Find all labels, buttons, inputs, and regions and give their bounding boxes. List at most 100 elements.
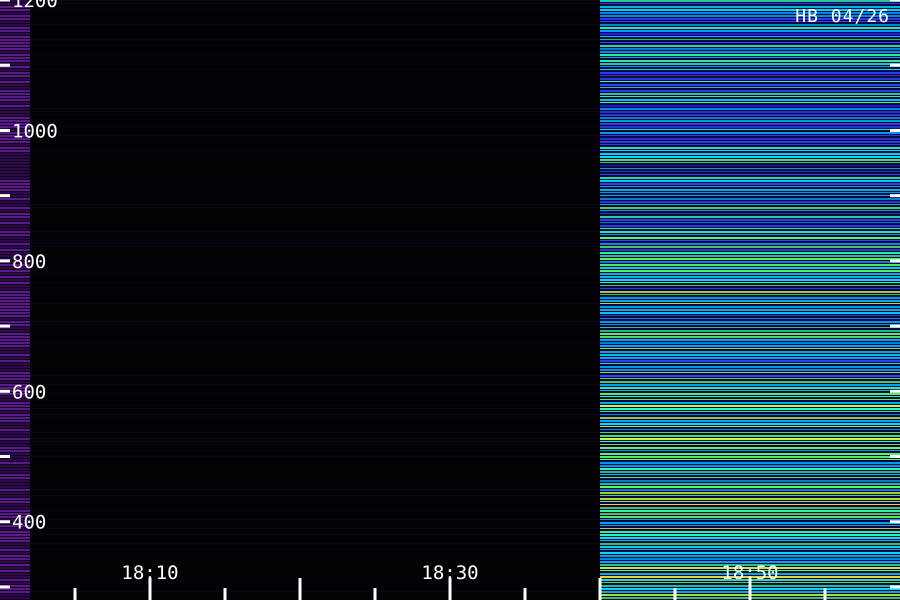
purple-line xyxy=(0,426,30,428)
purple-line xyxy=(0,354,30,356)
band-line xyxy=(600,291,900,293)
purple-line xyxy=(0,96,30,98)
purple-line xyxy=(0,39,30,41)
band-line xyxy=(600,69,900,70)
band-line xyxy=(600,99,900,101)
purple-line xyxy=(0,378,30,380)
purple-line xyxy=(0,597,30,599)
faint-line xyxy=(30,438,600,439)
band-line xyxy=(600,93,900,95)
faint-line xyxy=(30,207,600,208)
band-line xyxy=(600,384,900,386)
band-line xyxy=(600,531,900,533)
purple-line xyxy=(0,33,30,35)
faint-line xyxy=(30,432,600,433)
purple-line xyxy=(0,321,30,323)
y-tick xyxy=(0,455,10,459)
band-line xyxy=(600,144,900,145)
band-line xyxy=(600,444,900,445)
purple-line xyxy=(0,102,30,104)
band-line xyxy=(600,333,900,335)
band-line xyxy=(600,507,900,509)
band-line xyxy=(600,318,900,319)
purple-line xyxy=(0,207,30,209)
band-line xyxy=(600,171,900,172)
band-line xyxy=(600,111,900,113)
purple-line xyxy=(0,318,30,320)
band-line xyxy=(600,303,900,304)
band-line xyxy=(600,51,900,53)
faint-line xyxy=(30,204,600,205)
purple-line xyxy=(0,549,30,551)
purple-line xyxy=(0,294,30,296)
purple-line xyxy=(0,72,30,74)
purple-line xyxy=(0,483,30,485)
purple-line xyxy=(0,159,30,161)
band-line xyxy=(600,207,900,209)
y-tick-right xyxy=(890,520,900,524)
faint-line xyxy=(30,150,600,151)
band-line xyxy=(600,294,900,295)
purple-line xyxy=(0,183,30,185)
band-line xyxy=(600,117,900,119)
segment-2 xyxy=(600,0,900,600)
band-line xyxy=(600,243,900,245)
purple-line xyxy=(0,144,30,146)
y-tick-right xyxy=(890,128,900,132)
purple-line xyxy=(0,498,30,500)
purple-line xyxy=(0,558,30,560)
y-tick-right xyxy=(890,455,900,459)
band-line xyxy=(600,477,900,478)
band-line xyxy=(600,204,900,205)
purple-line xyxy=(0,165,30,167)
date-stamp: HB 04/26 xyxy=(795,6,890,27)
purple-line xyxy=(0,204,30,206)
band-line xyxy=(600,189,900,191)
purple-line xyxy=(0,459,30,461)
band-line xyxy=(600,78,900,80)
faint-line xyxy=(30,282,600,283)
band-line xyxy=(600,366,900,368)
band-line xyxy=(600,0,900,2)
purple-line xyxy=(0,228,30,230)
band-line xyxy=(600,525,900,526)
band-line xyxy=(600,513,900,515)
purple-line xyxy=(0,492,30,494)
purple-line xyxy=(0,246,30,248)
purple-line xyxy=(0,42,30,44)
y-tick xyxy=(0,63,10,67)
band-line xyxy=(600,381,900,383)
faint-line xyxy=(30,9,600,10)
band-line xyxy=(600,390,900,391)
purple-line xyxy=(0,357,30,359)
faint-line xyxy=(30,24,600,25)
band-line xyxy=(600,516,900,518)
purple-line xyxy=(0,462,30,464)
band-line xyxy=(600,159,900,161)
purple-line xyxy=(0,480,30,482)
band-line xyxy=(600,3,900,4)
x-tick xyxy=(598,578,602,600)
y-tick-label: 1000 xyxy=(12,120,58,142)
band-line xyxy=(600,90,900,92)
band-line xyxy=(600,528,900,529)
band-line xyxy=(600,534,900,536)
purple-line xyxy=(0,567,30,569)
band-line xyxy=(600,537,900,539)
spectrogram-chart: 400 600 800 1000 1200 18:10 18:30 18:50 xyxy=(0,0,900,600)
faint-line xyxy=(30,534,600,535)
band-line xyxy=(600,141,900,143)
band-line xyxy=(600,504,900,505)
purple-line xyxy=(0,69,30,71)
x-tick-label: 18:10 xyxy=(121,562,178,584)
faint-line xyxy=(30,510,600,511)
purple-line xyxy=(0,192,30,194)
purple-line xyxy=(0,315,30,317)
band-line xyxy=(600,483,900,485)
band-line xyxy=(600,222,900,223)
purple-line xyxy=(0,300,30,302)
band-line xyxy=(600,39,900,40)
y-tick-label: 600 xyxy=(12,381,46,403)
band-line xyxy=(600,522,900,524)
purple-line xyxy=(0,168,30,170)
